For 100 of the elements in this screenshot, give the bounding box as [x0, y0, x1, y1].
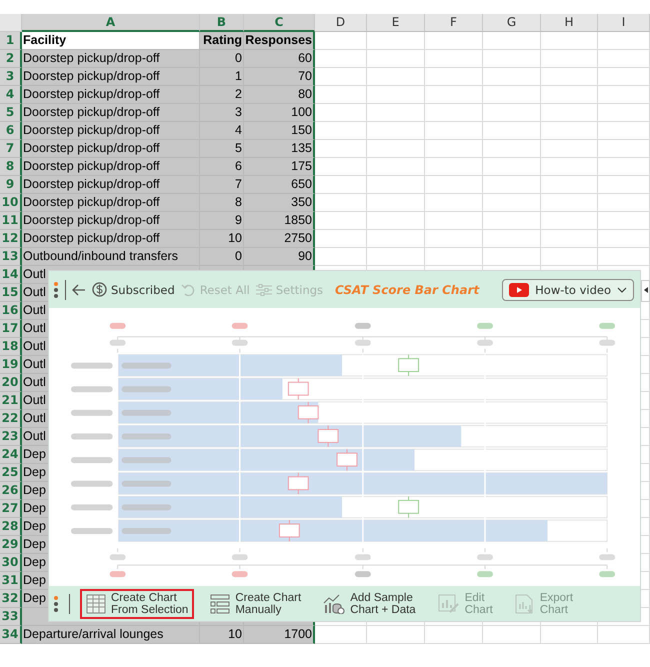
column-header[interactable]: H — [541, 14, 598, 32]
row-header[interactable]: 21 — [0, 392, 22, 410]
row-header[interactable]: 5 — [0, 104, 22, 122]
row-header[interactable]: 4 — [0, 86, 22, 104]
row-header[interactable]: 27 — [0, 500, 22, 518]
row-header[interactable]: 14 — [0, 266, 22, 284]
table-cell: Doorstep pickup/drop-off — [22, 176, 200, 194]
table-cell: Dep — [22, 554, 48, 572]
table-cell: 1700 — [244, 626, 315, 644]
row-header[interactable]: 13 — [0, 248, 22, 266]
row-header[interactable]: 15 — [0, 284, 22, 302]
table-cell: Dep — [22, 518, 48, 536]
row-header[interactable]: 25 — [0, 464, 22, 482]
table-cell: Dep — [22, 500, 48, 518]
table-cell: Responses — [244, 32, 315, 50]
table-cell: 350 — [244, 194, 315, 212]
table-cell: 10 — [200, 626, 244, 644]
column-header[interactable]: I — [598, 14, 650, 32]
column-header[interactable]: E — [367, 14, 425, 32]
column-header[interactable]: G — [483, 14, 541, 32]
table-cell: Dep — [22, 464, 48, 482]
table-cell: Doorstep pickup/drop-off — [22, 230, 200, 248]
row-header[interactable]: 33 — [0, 608, 22, 626]
table-cell: Outl — [22, 320, 48, 338]
row-header[interactable]: 17 — [0, 320, 22, 338]
row-header[interactable]: 34 — [0, 626, 22, 644]
how-to-video-dropdown[interactable]: How-to video — [502, 278, 634, 300]
table-cell: Doorstep pickup/drop-off — [22, 122, 200, 140]
table-cell: 135 — [244, 140, 315, 158]
row-header[interactable]: 26 — [0, 482, 22, 500]
row-header[interactable]: 11 — [0, 212, 22, 230]
table-cell: Doorstep pickup/drop-off — [22, 86, 200, 104]
table-cell: Dep — [22, 482, 48, 500]
action-button[interactable]: Create Chart Manually — [204, 588, 308, 618]
panel-title: CSAT Score Bar Chart — [335, 282, 480, 296]
table-cell: 150 — [244, 122, 315, 140]
table-cell: Outl — [22, 428, 48, 446]
table-cell: Outl — [22, 338, 48, 356]
table-cell: 10 — [200, 230, 244, 248]
row-header[interactable]: 7 — [0, 140, 22, 158]
table-cell: Doorstep pickup/drop-off — [22, 158, 200, 176]
row-header[interactable]: 29 — [0, 536, 22, 554]
row-header[interactable]: 1 — [0, 32, 22, 50]
row-header[interactable]: 10 — [0, 194, 22, 212]
table-cell: 6 — [200, 158, 244, 176]
subscribed-button[interactable]: Subscribed — [92, 282, 175, 297]
row-header[interactable]: 30 — [0, 554, 22, 572]
table-cell: 4 — [200, 122, 244, 140]
table-cell: Outl — [22, 302, 48, 320]
table-cell: 3 — [200, 104, 244, 122]
column-header[interactable]: D — [315, 14, 367, 32]
row-header[interactable]: 18 — [0, 338, 22, 356]
table-cell: 650 — [244, 176, 315, 194]
row-header[interactable]: 31 — [0, 572, 22, 590]
row-header[interactable]: 8 — [0, 158, 22, 176]
table-cell: 0 — [200, 50, 244, 68]
row-header[interactable]: 9 — [0, 176, 22, 194]
row-header[interactable]: 22 — [0, 410, 22, 428]
table-cell: Dep — [22, 590, 48, 608]
table-cell: 1850 — [244, 212, 315, 230]
row-header[interactable]: 32 — [0, 590, 22, 608]
table-cell: 100 — [244, 104, 315, 122]
table-cell: Outl — [22, 374, 48, 392]
row-header[interactable]: 2 — [0, 50, 22, 68]
row-header[interactable]: 16 — [0, 302, 22, 320]
table-cell: 2750 — [244, 230, 315, 248]
table-cell: Doorstep pickup/drop-off — [22, 50, 200, 68]
row-header[interactable]: 28 — [0, 518, 22, 536]
row-header[interactable]: 24 — [0, 446, 22, 464]
row-header[interactable]: 3 — [0, 68, 22, 86]
table-cell: 9 — [200, 212, 244, 230]
column-header[interactable]: A — [22, 14, 200, 32]
table-cell: Facility — [22, 32, 200, 50]
table-cell: Rating — [200, 32, 244, 50]
column-header[interactable]: C — [244, 14, 315, 32]
table-cell: 1 — [200, 68, 244, 86]
action-button[interactable]: Create Chart From Selection — [80, 588, 194, 618]
table-cell: 175 — [244, 158, 315, 176]
row-header[interactable]: 19 — [0, 356, 22, 374]
row-header[interactable]: 6 — [0, 122, 22, 140]
table-cell: 0 — [200, 248, 244, 266]
table-cell: 80 — [244, 86, 315, 104]
table-cell: Doorstep pickup/drop-off — [22, 194, 200, 212]
table-cell: 7 — [200, 176, 244, 194]
table-cell: Doorstep pickup/drop-off — [22, 140, 200, 158]
column-header[interactable]: B — [200, 14, 244, 32]
action-button[interactable]: Add Sample Chart + Data — [317, 588, 422, 618]
table-cell: 2 — [200, 86, 244, 104]
table-cell: Outl — [22, 410, 48, 428]
table-cell: 90 — [244, 248, 315, 266]
row-header[interactable]: 23 — [0, 428, 22, 446]
table-cell: Outl — [22, 392, 48, 410]
row-header[interactable]: 12 — [0, 230, 22, 248]
table-cell: Dep — [22, 536, 48, 554]
table-cell: 8 — [200, 194, 244, 212]
table-cell: 70 — [244, 68, 315, 86]
table-cell: Dep — [22, 572, 48, 590]
row-header[interactable]: 20 — [0, 374, 22, 392]
table-cell: Outl — [22, 356, 48, 374]
column-header[interactable]: F — [425, 14, 483, 32]
